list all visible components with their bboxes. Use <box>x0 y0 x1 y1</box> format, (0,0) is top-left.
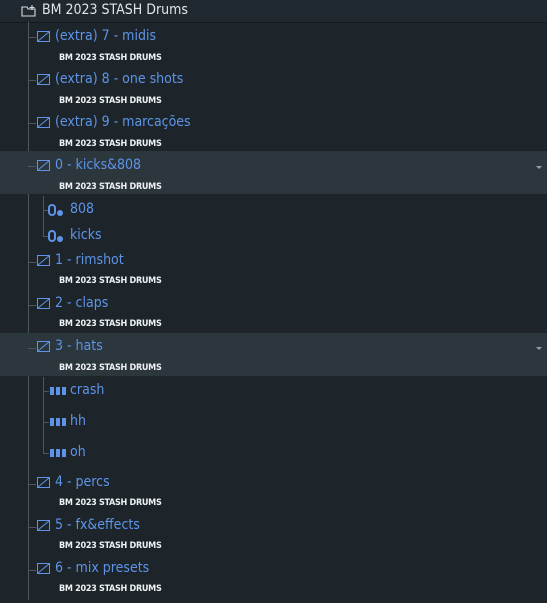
folder-subtitle: BM 2023 STASH DRUMS <box>59 319 162 329</box>
tree-branch <box>28 166 36 167</box>
collapse-caret-icon[interactable] <box>536 347 542 350</box>
tree-item[interactable]: 808 <box>0 197 547 223</box>
root-folder-label: BM 2023 STASH Drums <box>42 2 188 18</box>
collapse-caret-icon[interactable] <box>536 166 542 169</box>
tree-branch <box>28 484 36 485</box>
folder-label: (extra) 9 - marcações <box>55 114 191 130</box>
folder-row[interactable]: 6 - mix presets BM 2023 STASH DRUMS <box>0 560 547 603</box>
folder-row[interactable]: 5 - fx&effects BM 2023 STASH DRUMS <box>0 517 547 560</box>
folder-label: (extra) 8 - one shots <box>55 71 184 87</box>
tree-item-label: 808 <box>70 201 95 217</box>
folder-subtitle: BM 2023 STASH DRUMS <box>59 182 162 192</box>
folder-subtitle: BM 2023 STASH DRUMS <box>59 541 162 551</box>
folder-label: 2 - claps <box>55 295 109 311</box>
folder-subtitle: BM 2023 STASH DRUMS <box>59 498 162 508</box>
pattern-icon <box>50 449 66 457</box>
folder-row[interactable]: (extra) 7 - midis BM 2023 STASH DRUMS <box>0 27 547 70</box>
tree-branch <box>28 80 36 81</box>
tree-item-label: kicks <box>70 227 102 243</box>
folder-label: 0 - kicks&808 <box>55 157 141 173</box>
tree-item-label: oh <box>70 444 86 460</box>
tree-item[interactable]: crash <box>0 378 547 404</box>
pack-folder-icon <box>37 477 50 488</box>
folder-row[interactable]: (extra) 9 - marcações BM 2023 STASH DRUM… <box>0 113 547 156</box>
tree-branch <box>28 570 36 571</box>
folder-row[interactable]: 2 - claps BM 2023 STASH DRUMS <box>0 295 547 338</box>
folder-label: 6 - mix presets <box>55 560 150 576</box>
pack-folder-icon <box>37 563 50 574</box>
tree-branch <box>28 262 36 263</box>
folder-label: 4 - percs <box>55 474 110 490</box>
pack-folder-icon <box>37 160 50 171</box>
folder-subtitle: BM 2023 STASH DRUMS <box>59 276 162 286</box>
tree-branch <box>28 305 36 306</box>
plugin-icon <box>48 204 63 216</box>
folder-subtitle: BM 2023 STASH DRUMS <box>59 584 162 594</box>
pack-folder-icon <box>37 74 50 85</box>
folder-subtitle: BM 2023 STASH DRUMS <box>59 53 162 63</box>
tree-item[interactable]: hh <box>0 409 547 435</box>
pack-folder-icon <box>37 31 50 42</box>
tree-branch <box>28 37 36 38</box>
tree-branch <box>43 391 49 392</box>
pattern-icon <box>50 387 66 395</box>
tree-branch <box>28 123 36 124</box>
folder-label: 1 - rimshot <box>55 252 124 268</box>
folder-row-expanded[interactable]: 0 - kicks&808 BM 2023 STASH DRUMS <box>0 151 547 194</box>
tree-item-label: crash <box>70 382 105 398</box>
pattern-icon <box>50 418 66 426</box>
folder-row[interactable]: 4 - percs BM 2023 STASH DRUMS <box>0 474 547 517</box>
tree-item[interactable]: kicks <box>0 223 547 249</box>
folder-subtitle: BM 2023 STASH DRUMS <box>59 363 162 373</box>
pack-folder-icon <box>37 255 50 266</box>
pack-folder-icon <box>37 520 50 531</box>
folder-row[interactable]: (extra) 8 - one shots BM 2023 STASH DRUM… <box>0 70 547 113</box>
folder-row[interactable]: 1 - rimshot BM 2023 STASH DRUMS <box>0 252 547 295</box>
tree-branch <box>43 453 49 454</box>
tree-branch <box>28 527 36 528</box>
pack-folder-icon <box>37 298 50 309</box>
folder-row-expanded[interactable]: 3 - hats BM 2023 STASH DRUMS <box>0 333 547 376</box>
tree-item-label: hh <box>70 413 86 429</box>
plugin-icon <box>48 230 63 242</box>
pack-folder-icon <box>37 117 50 128</box>
file-browser-panel: BM 2023 STASH Drums (extra) 7 - midis BM… <box>0 0 547 600</box>
root-folder-row[interactable]: BM 2023 STASH Drums <box>0 0 547 23</box>
folder-add-icon <box>21 5 36 17</box>
pack-folder-icon <box>37 341 50 352</box>
folder-subtitle: BM 2023 STASH DRUMS <box>59 96 162 106</box>
folder-label: 5 - fx&effects <box>55 517 140 533</box>
folder-label: (extra) 7 - midis <box>55 28 157 44</box>
folder-label: 3 - hats <box>55 338 103 354</box>
tree-item[interactable]: oh <box>0 440 547 466</box>
folder-subtitle: BM 2023 STASH DRUMS <box>59 139 162 149</box>
tree-branch <box>28 348 36 349</box>
tree-branch <box>43 422 49 423</box>
